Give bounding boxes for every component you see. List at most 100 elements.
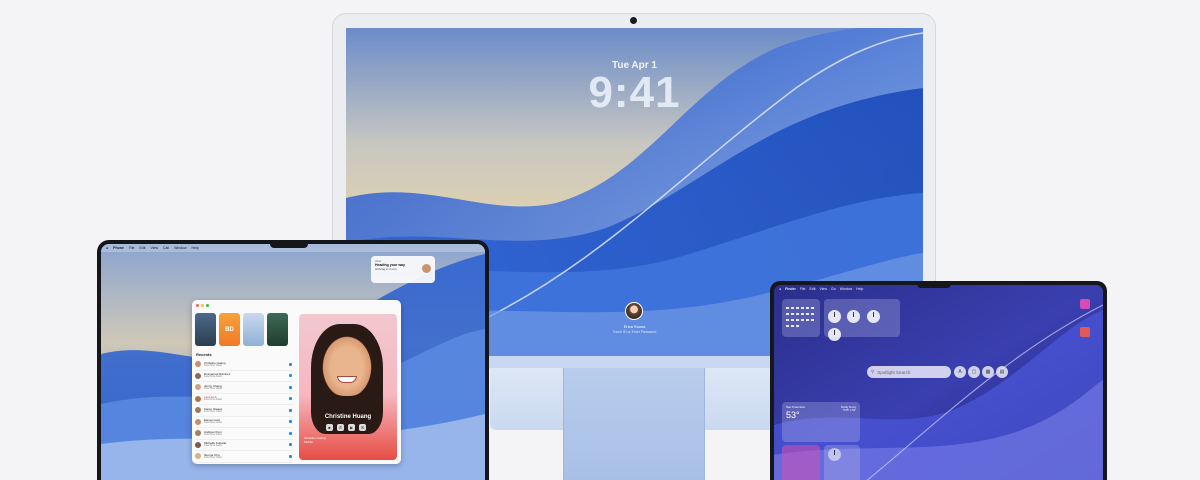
world-clock-widget[interactable] (824, 299, 900, 341)
notification-banner[interactable]: Uber Heading your way Arriving in 4 min (371, 256, 435, 283)
favorite-tile[interactable] (267, 313, 288, 346)
minimize-window-button[interactable] (201, 303, 204, 307)
clock-icon (847, 310, 861, 323)
actions-icon[interactable]: ▦ (982, 366, 994, 378)
phone-icon[interactable]: ✆ (337, 424, 344, 431)
calendar-grid (786, 307, 814, 327)
favorite-tile[interactable] (195, 313, 216, 346)
menu-go[interactable]: Go (831, 287, 836, 291)
camera-notch (270, 240, 308, 248)
contact-avatar (195, 407, 201, 414)
weather-widget[interactable]: San Francisco 53° Mostly Sunny H:65° L:5… (782, 402, 860, 442)
apple-icon[interactable]: ● (779, 287, 781, 291)
menu-file[interactable]: File (800, 287, 806, 291)
contact-avatar (195, 430, 201, 437)
call-type: FaceTime Audio (204, 375, 222, 378)
recents-row[interactable]: Christine Huang FaceTime Video (195, 359, 293, 371)
spotlight-search-field[interactable]: ⚲ Spotlight Search (867, 366, 951, 378)
recents-row[interactable]: Emmanuel Ramirez FaceTime Audio (195, 371, 293, 382)
menu-file[interactable]: File (129, 246, 135, 250)
caller-face (319, 332, 375, 396)
window-title-bar (192, 300, 401, 310)
macbook-air: ● Finder File Edit View Go Window Help ⚲… (770, 281, 1107, 480)
menu-finder[interactable]: Finder (785, 287, 796, 291)
facetime-call-preview[interactable]: Christine Huang ■ ✆ ▶ ✉ Christine Huang … (299, 314, 397, 460)
menu-help[interactable]: Help (192, 246, 199, 250)
timer-icon (828, 448, 841, 461)
contact-avatar (195, 361, 201, 368)
weather-temperature: 53° (786, 410, 800, 420)
menu-call[interactable]: Call (163, 246, 169, 250)
macbook-pro-desktop: ● Phone File Edit View Call Window Help … (101, 244, 485, 480)
menu-help[interactable]: Help (856, 287, 863, 291)
info-icon[interactable] (289, 420, 292, 424)
call-info: Christine Huang Mobile (304, 436, 326, 444)
timer-widget[interactable] (824, 445, 860, 480)
info-icon[interactable] (289, 385, 292, 389)
recents-row-text: Andrea Chon FaceTime Video (204, 430, 223, 437)
recents-row-text: Jenny Chang FaceTime Video (204, 384, 223, 391)
recents-row[interactable]: Andrea Chon FaceTime Video (195, 428, 293, 440)
app-shortcut-icon[interactable] (1080, 327, 1090, 337)
call-type: FaceTime Video (204, 409, 223, 413)
info-icon[interactable] (289, 362, 292, 366)
apple-icon[interactable]: ● (106, 246, 108, 250)
menu-edit[interactable]: Edit (809, 287, 815, 291)
recents-row-text: Elena Lanot FaceTime Audio (204, 419, 222, 425)
recents-heading: Recents (196, 352, 212, 357)
photos-widget[interactable] (782, 445, 820, 480)
imac-stand (563, 368, 705, 480)
camera-icon (630, 17, 637, 24)
app-shortcut-icon[interactable] (1080, 299, 1090, 309)
mail-icon[interactable]: ✉ (359, 424, 366, 431)
call-type: FaceTime Video (204, 386, 223, 390)
notification-avatar (422, 264, 431, 273)
favorite-tile[interactable] (243, 313, 264, 346)
info-icon[interactable] (289, 443, 292, 447)
recents-row[interactable]: Michelle Kurtade FaceTime Audio (195, 440, 293, 451)
call-type: FaceTime Video (204, 432, 223, 436)
favorites-row: BD (195, 313, 288, 346)
files-icon[interactable]: ▢ (968, 366, 980, 378)
clock-icon (828, 310, 841, 323)
recents-row[interactable]: Karen Gleave FaceTime Video (195, 405, 293, 417)
recents-row[interactable]: Jenny Chang FaceTime Video (195, 382, 293, 394)
call-type: FaceTime Video (204, 455, 223, 459)
call-type: FaceTime Audio (204, 421, 222, 424)
info-icon[interactable] (289, 431, 292, 435)
weather-condition: Mostly Sunny H:65° L:52° (841, 406, 856, 412)
favorite-tile[interactable]: BD (219, 313, 240, 346)
clock-icon (866, 310, 880, 323)
menu-edit[interactable]: Edit (139, 246, 145, 250)
macbook-pro: ● Phone File Edit View Call Window Help … (97, 240, 489, 480)
info-icon[interactable] (289, 397, 292, 401)
call-controls: ■ ✆ ▶ ✉ (326, 424, 366, 431)
close-window-button[interactable] (196, 303, 199, 307)
menu-phone[interactable]: Phone (113, 246, 124, 250)
info-icon[interactable] (289, 454, 292, 458)
menu-window[interactable]: Window (174, 246, 186, 250)
clipboard-icon[interactable]: ▤ (996, 366, 1008, 378)
weather-range: H:65° L:52° (843, 409, 856, 412)
info-icon[interactable] (289, 374, 292, 378)
recents-row[interactable]: Elena Lanot FaceTime Audio (195, 417, 293, 428)
menu-view[interactable]: View (820, 287, 828, 291)
zoom-window-button[interactable] (206, 303, 209, 307)
menu-window[interactable]: Window (840, 287, 852, 291)
recents-row[interactable]: Lara Lieb FaceTime Audio (195, 394, 293, 405)
camera-notch (917, 281, 951, 288)
recents-row-text: Christine Huang FaceTime Video (204, 361, 226, 368)
recents-row-text: Emmanuel Ramirez FaceTime Audio (204, 373, 230, 379)
macbook-air-desktop: ● Finder File Edit View Go Window Help ⚲… (774, 285, 1103, 480)
calendar-widget[interactable] (782, 299, 820, 337)
video-icon[interactable]: ▶ (348, 424, 355, 431)
call-type: FaceTime Audio (204, 444, 222, 447)
recents-row[interactable]: Ifeoma Chu FaceTime Video (195, 451, 293, 463)
apps-icon[interactable]: A (954, 366, 966, 378)
menu-view[interactable]: View (151, 246, 159, 250)
message-icon[interactable]: ■ (326, 424, 333, 431)
caller-name: Christine Huang (324, 414, 372, 420)
user-avatar[interactable] (625, 302, 643, 320)
info-icon[interactable] (289, 408, 292, 412)
contact-avatar (195, 453, 201, 460)
